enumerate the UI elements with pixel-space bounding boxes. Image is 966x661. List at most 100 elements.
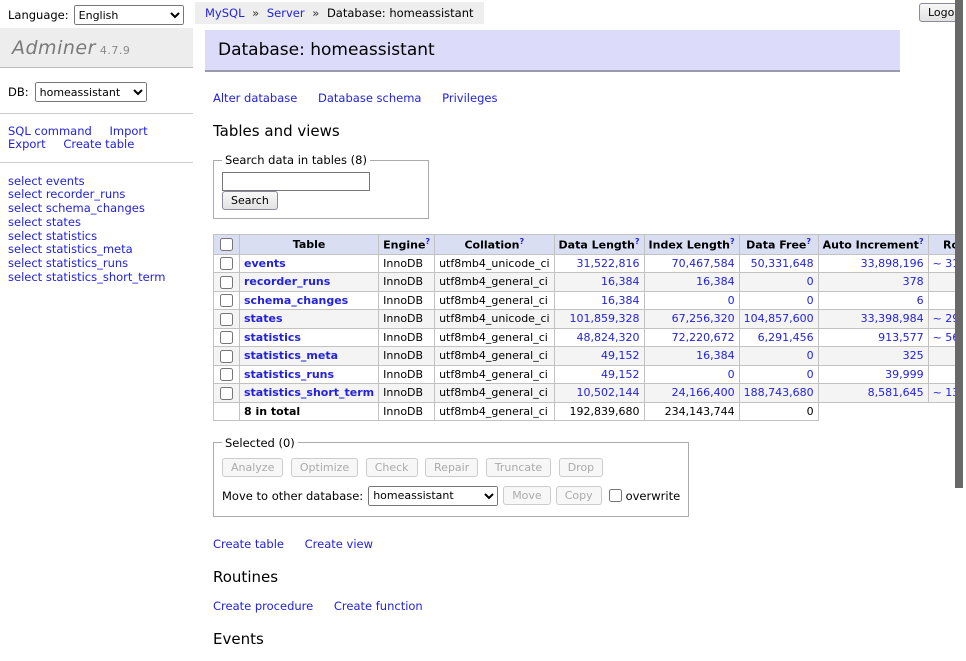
breadcrumb-link-server[interactable]: Server [267, 6, 305, 20]
tables-table: TableEngine?Collation?Data Length?Index … [213, 234, 966, 421]
row-checkbox[interactable] [220, 350, 233, 363]
auto-increment-cell: 8,581,645 [818, 384, 928, 403]
move-database-select[interactable]: homeassistant [368, 486, 498, 506]
data-free-link[interactable]: 6,291,456 [758, 331, 814, 344]
data-length-link[interactable]: 31,522,816 [577, 257, 640, 270]
select-all-checkbox[interactable] [220, 238, 233, 251]
data-length-link[interactable]: 16,384 [601, 294, 640, 307]
data-length-link[interactable]: 49,152 [601, 368, 640, 381]
index-length-link[interactable]: 67,256,320 [672, 312, 735, 325]
vertical-scrollbar[interactable] [955, 0, 966, 543]
auto-increment-link[interactable]: 8,581,645 [868, 386, 924, 399]
table-name-link[interactable]: states [244, 312, 283, 325]
sidebar-item-select-schema-changes[interactable]: select schema_changes [8, 202, 185, 215]
table-name-link[interactable]: recorder_runs [244, 275, 330, 288]
search-input[interactable] [222, 172, 370, 191]
optimize-button[interactable]: Optimize [291, 458, 358, 477]
sidebar-item-select-statistics-short-term[interactable]: select statistics_short_term [8, 271, 185, 284]
sidebar-item-select-statistics[interactable]: select statistics [8, 230, 185, 243]
auto-increment-link[interactable]: 325 [903, 349, 924, 362]
data-free-link[interactable]: 0 [807, 349, 814, 362]
db-select[interactable]: homeassistant [35, 82, 147, 102]
column-help-link[interactable]: ? [919, 237, 924, 246]
column-help-link[interactable]: ? [635, 237, 640, 246]
table-name-link[interactable]: statistics_meta [244, 349, 338, 362]
index-length-link[interactable]: 24,166,400 [672, 386, 735, 399]
sidebar-link-import[interactable]: Import [109, 124, 147, 138]
index-length-link[interactable]: 70,467,584 [672, 257, 735, 270]
sidebar-link-create-table[interactable]: Create table [63, 137, 134, 151]
create-function-link[interactable]: Create function [334, 599, 423, 613]
data-length-link[interactable]: 16,384 [601, 275, 640, 288]
row-checkbox[interactable] [220, 313, 233, 326]
index-length-link[interactable]: 16,384 [696, 275, 735, 288]
auto-increment-link[interactable]: 33,398,984 [861, 312, 924, 325]
table-row: schema_changesInnoDButf8mb4_general_ci16… [214, 291, 966, 310]
table-name-link[interactable]: statistics_short_term [244, 386, 374, 399]
row-checkbox[interactable] [220, 257, 233, 270]
drop-button[interactable]: Drop [559, 458, 603, 477]
index-length-link[interactable]: 0 [728, 368, 735, 381]
column-help-link[interactable]: ? [730, 237, 735, 246]
analyze-button[interactable]: Analyze [222, 458, 283, 477]
row-checkbox[interactable] [220, 387, 233, 400]
create-table-link[interactable]: Create table [213, 537, 284, 551]
sidebar-item-select-states[interactable]: select states [8, 216, 185, 229]
sidebar-item-select-statistics-runs[interactable]: select statistics_runs [8, 257, 185, 270]
row-checkbox[interactable] [220, 368, 233, 381]
column-help-link[interactable]: ? [806, 237, 811, 246]
table-name-link[interactable]: schema_changes [244, 294, 348, 307]
data-free-link[interactable]: 0 [807, 294, 814, 307]
repair-button[interactable]: Repair [425, 458, 478, 477]
data-free-link[interactable]: 104,857,600 [744, 312, 814, 325]
create-procedure-link[interactable]: Create procedure [213, 599, 313, 613]
sidebar-item-select-events[interactable]: select events [8, 175, 185, 188]
check-button[interactable]: Check [366, 458, 418, 477]
data-length-link[interactable]: 48,824,320 [577, 331, 640, 344]
index-length-link[interactable]: 0 [728, 294, 735, 307]
row-checkbox[interactable] [220, 276, 233, 289]
table-name-link[interactable]: events [244, 257, 286, 270]
auto-increment-link[interactable]: 33,898,196 [861, 257, 924, 270]
overwrite-checkbox[interactable] [609, 489, 622, 502]
data-free-link[interactable]: 188,743,680 [744, 386, 814, 399]
table-name-link[interactable]: statistics [244, 331, 301, 344]
truncate-button[interactable]: Truncate [486, 458, 551, 477]
sidebar-link-sql-command[interactable]: SQL command [8, 124, 92, 138]
move-button[interactable]: Move [503, 486, 551, 505]
auto-increment-link[interactable]: 39,999 [885, 368, 924, 381]
data-length-cell: 49,152 [554, 347, 644, 366]
row-checkbox[interactable] [220, 294, 233, 307]
database-schema-link[interactable]: Database schema [318, 91, 421, 105]
data-free-link[interactable]: 0 [807, 368, 814, 381]
data-free-link[interactable]: 0 [807, 275, 814, 288]
data-length-link[interactable]: 10,502,144 [577, 386, 640, 399]
index-length-link[interactable]: 16,384 [696, 349, 735, 362]
search-button[interactable]: Search [222, 191, 278, 210]
auto-increment-link[interactable]: 6 [917, 294, 924, 307]
sidebar-link-export[interactable]: Export [8, 137, 46, 151]
table-name-link[interactable]: statistics_runs [244, 368, 334, 381]
column-help-link[interactable]: ? [425, 237, 430, 246]
copy-button[interactable]: Copy [556, 486, 602, 505]
data-length-link[interactable]: 49,152 [601, 349, 640, 362]
breadcrumb-link-mysql[interactable]: MySQL [205, 6, 245, 20]
sidebar-item-select-recorder-runs[interactable]: select recorder_runs [8, 188, 185, 201]
row-check-cell [214, 328, 240, 347]
select-all-cell [214, 235, 240, 255]
alter-database-link[interactable]: Alter database [213, 91, 297, 105]
auto-increment-link[interactable]: 378 [903, 275, 924, 288]
engine-cell: InnoDB [379, 328, 435, 347]
create-view-link[interactable]: Create view [305, 537, 373, 551]
auto-increment-cell: 913,577 [818, 328, 928, 347]
data-length-link[interactable]: 101,859,328 [570, 312, 640, 325]
column-help-link[interactable]: ? [519, 237, 524, 246]
privileges-link[interactable]: Privileges [442, 91, 497, 105]
sidebar-item-select-statistics-meta[interactable]: select statistics_meta [8, 243, 185, 256]
auto-increment-link[interactable]: 913,577 [878, 331, 924, 344]
index-length-link[interactable]: 72,220,672 [672, 331, 735, 344]
scrollbar-thumb[interactable] [955, 0, 963, 488]
row-checkbox[interactable] [220, 331, 233, 344]
language-select[interactable]: English [74, 5, 184, 25]
data-free-link[interactable]: 50,331,648 [751, 257, 814, 270]
